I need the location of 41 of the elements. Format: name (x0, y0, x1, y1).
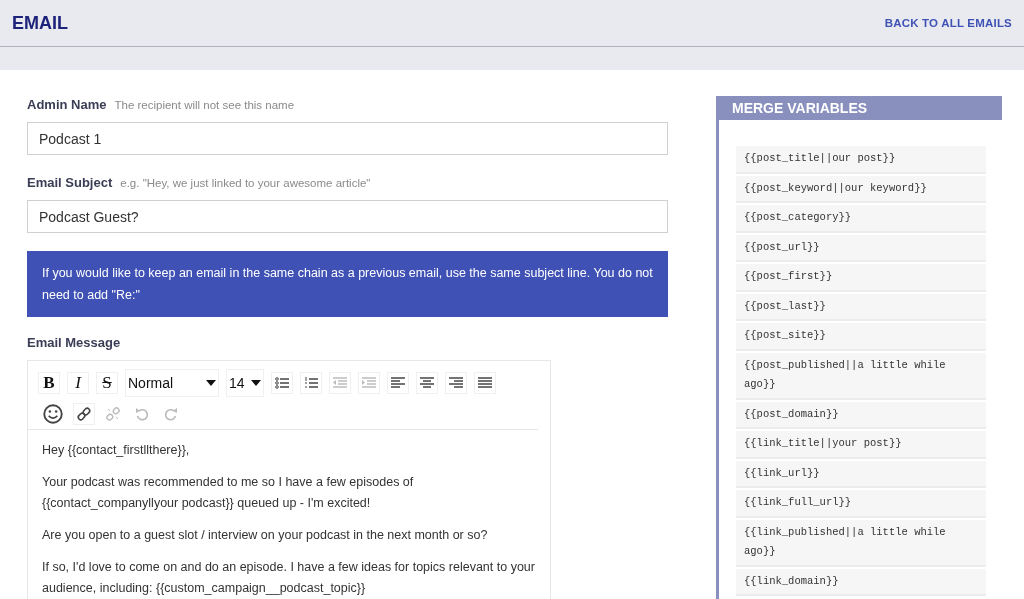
align-center-icon[interactable] (415, 372, 438, 394)
numbered-list-icon[interactable] (299, 372, 322, 394)
italic-button[interactable]: I (67, 372, 89, 394)
info-notice: If you would like to keep an email in the same chain as a previous email, use the same subject line. You do not need to add "Re:" (27, 251, 668, 317)
back-link[interactable]: BACK TO ALL EMAILS (884, 17, 1012, 29)
paragraph-style-dropdown[interactable]: Normal (125, 369, 219, 397)
message-paragraph: Hey {{contact_firstllthere}}, (42, 442, 191, 459)
strikethrough-button[interactable]: S (96, 372, 118, 394)
panel-header: MERGE VARIABLES (716, 96, 1002, 120)
merge-variable[interactable]: {{link_title||your post}} (736, 431, 986, 459)
message-paragraph: Are you open to a guest slot / interview on your podcast in the next month or so? (42, 527, 489, 544)
align-left-icon[interactable] (386, 372, 409, 394)
font-size-dropdown[interactable]: 14 (226, 369, 264, 397)
merge-variable[interactable]: {{post_last}} (736, 293, 986, 321)
message-paragraph: Your podcast was recommended to me so I have a few episodes of {{contact_companyllyour podcast}} queued up - I'm excited! (42, 474, 415, 512)
merge-variable[interactable]: {{post_keyword||our keyword}} (736, 175, 986, 203)
merge-variable[interactable]: {{link_full_url}} (736, 490, 986, 518)
field-label: Admin Name (27, 97, 107, 112)
input-field[interactable]: Podcast Guest? (27, 200, 668, 233)
field-label: Email Subject (27, 175, 113, 190)
merge-variable[interactable]: {{post_domain}} (736, 401, 986, 429)
merge-variable[interactable]: {{post_first}} (736, 264, 986, 292)
message-paragraph: If so, I'd love to come on and do an episode. I have a few ideas for topics relevant to your audience, including: {{custom_campaign__podcast_topic}} (42, 559, 536, 597)
merge-variable[interactable]: {{link_domain}} (736, 568, 986, 596)
merge-variable[interactable]: {{post_category}} (736, 205, 986, 233)
merge-variable[interactable]: {{post_site}} (736, 323, 986, 351)
justify-icon[interactable] (473, 372, 496, 394)
merge-variable[interactable]: {{link_url}} (736, 460, 986, 488)
link-icon[interactable] (73, 403, 95, 425)
input-field[interactable]: Podcast 1 (27, 122, 668, 155)
merge-variable[interactable]: {{post_title||our post}} (736, 146, 986, 174)
merge-variable[interactable]: {{post_url}} (736, 234, 986, 262)
bold-button[interactable]: B (38, 372, 60, 394)
align-right-icon[interactable] (444, 372, 467, 394)
field-hint: The recipient will not see this name (114, 99, 295, 111)
merge-variable[interactable]: {{post_published||a little while ago}} (736, 352, 986, 400)
field-label: Email Message (27, 335, 121, 350)
bullet-list-icon[interactable] (270, 372, 293, 394)
page-title: EMAIL (12, 12, 68, 34)
merge-variable[interactable]: {{link_published||a little while ago}} (736, 519, 986, 567)
field-hint: e.g. "Hey, we just linked to your awesome article" (120, 177, 371, 189)
